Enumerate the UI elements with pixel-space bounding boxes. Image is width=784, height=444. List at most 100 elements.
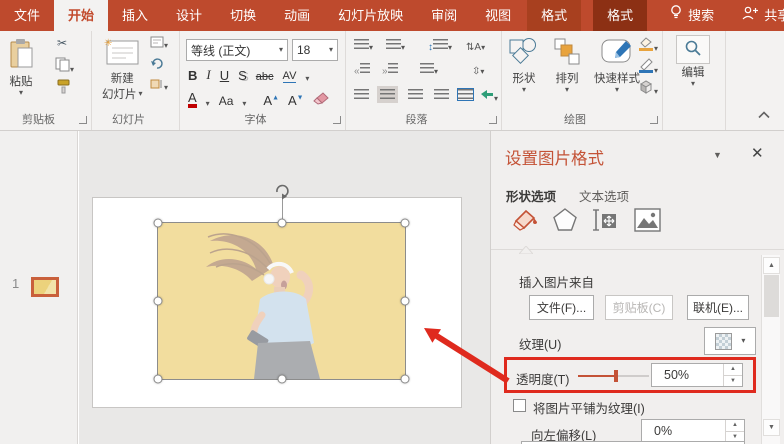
align-text-button[interactable]: ⇳▾ bbox=[472, 63, 484, 77]
columns-button[interactable]: ▾ bbox=[420, 63, 438, 77]
quick-styles-button[interactable]: 快速样式 ▾ bbox=[594, 37, 640, 94]
texture-dropdown-button[interactable]: ▾ bbox=[704, 327, 756, 355]
cut-button[interactable]: ✂ bbox=[57, 36, 67, 50]
tab-home[interactable]: 开始 bbox=[54, 0, 108, 31]
char-spacing-button[interactable]: AV bbox=[283, 70, 297, 83]
scroll-down-button[interactable]: ▼ bbox=[763, 419, 780, 436]
insert-from-online-button[interactable]: 联机(E)... bbox=[687, 295, 749, 320]
spin-down-icon[interactable]: ▼ bbox=[724, 375, 742, 387]
transparency-slider-handle[interactable] bbox=[614, 370, 618, 382]
resize-handle-sw[interactable] bbox=[154, 375, 163, 384]
selected-picture[interactable] bbox=[158, 223, 405, 379]
resize-handle-se[interactable] bbox=[401, 375, 410, 384]
slide[interactable] bbox=[93, 198, 461, 407]
rotation-handle[interactable] bbox=[273, 182, 291, 205]
pane-tab-text-options[interactable]: 文本选项 bbox=[579, 186, 629, 205]
pane-close-button[interactable]: ✕ bbox=[751, 144, 764, 162]
share-button[interactable]: 共享 bbox=[728, 0, 784, 31]
slide-layout-button[interactable]: ▾ bbox=[150, 36, 168, 51]
underline-button[interactable]: U bbox=[220, 68, 229, 83]
slide-thumbnail-1[interactable] bbox=[31, 277, 59, 297]
numbering-button[interactable]: ▾ bbox=[386, 39, 405, 53]
shapes-button[interactable]: 形状 ▾ bbox=[507, 37, 541, 94]
text-direction-button[interactable]: ⇅A▾ bbox=[466, 39, 485, 53]
tab-view[interactable]: 视图 bbox=[471, 0, 525, 31]
resize-handle-nw[interactable] bbox=[154, 219, 163, 228]
tab-slideshow[interactable]: 幻灯片放映 bbox=[324, 0, 417, 31]
tab-format-picture[interactable]: 格式 bbox=[593, 0, 647, 31]
text-shadow-button[interactable]: S bbox=[238, 68, 247, 83]
pane-scrollbar[interactable]: ▲ ▼ bbox=[761, 255, 780, 444]
size-properties-icon[interactable] bbox=[591, 206, 619, 234]
tab-review[interactable]: 审阅 bbox=[417, 0, 471, 31]
new-slide-button[interactable]: ✳ 新建 幻灯片▾ bbox=[102, 37, 143, 102]
change-case-button[interactable]: Aa bbox=[219, 94, 234, 108]
resize-handle-n[interactable] bbox=[277, 219, 286, 228]
italic-button[interactable]: I bbox=[206, 67, 210, 83]
arrange-dropdown[interactable]: ▾ bbox=[565, 86, 569, 94]
bold-button[interactable]: B bbox=[188, 68, 197, 83]
strikethrough-button[interactable]: abc bbox=[256, 71, 274, 83]
change-case-dropdown[interactable]: ▾ bbox=[242, 100, 246, 108]
font-color-button[interactable]: A bbox=[188, 91, 197, 108]
tab-animations[interactable]: 动画 bbox=[270, 0, 324, 31]
increase-indent-button[interactable]: » bbox=[382, 63, 398, 77]
smartart-convert-button[interactable]: ▾ bbox=[480, 89, 498, 104]
font-size-select[interactable]: 18▾ bbox=[292, 39, 338, 61]
insert-from-clipboard-button[interactable]: 剪贴板(C) bbox=[605, 295, 673, 320]
arrange-button[interactable]: 排列 ▾ bbox=[552, 37, 582, 94]
line-spacing-button[interactable]: ↕▾ bbox=[428, 39, 452, 53]
justify-button[interactable] bbox=[434, 89, 449, 103]
reset-slide-button[interactable] bbox=[150, 57, 164, 73]
shape-outline-button[interactable]: ▾ bbox=[638, 58, 658, 76]
transparency-slider[interactable] bbox=[578, 375, 649, 377]
spin-up-icon[interactable]: ▲ bbox=[726, 420, 744, 431]
align-center-button[interactable] bbox=[380, 89, 395, 103]
insert-from-file-button[interactable]: 文件(F)... bbox=[529, 295, 594, 320]
clear-formatting-button[interactable] bbox=[313, 92, 329, 108]
align-left-button[interactable] bbox=[354, 89, 369, 103]
paragraph-dialog-launcher[interactable] bbox=[489, 116, 497, 124]
tab-design[interactable]: 设计 bbox=[162, 0, 216, 31]
collapse-ribbon-button[interactable] bbox=[758, 106, 770, 124]
drawing-dialog-launcher[interactable] bbox=[650, 116, 658, 124]
format-painter-button[interactable] bbox=[56, 79, 71, 97]
tile-picture-checkbox[interactable] bbox=[513, 399, 526, 412]
transparency-spinbox[interactable]: 50% ▲▼ bbox=[651, 363, 743, 387]
offset-left-spinbox[interactable]: 0% ▲▼ bbox=[641, 419, 745, 443]
shape-effects-button[interactable]: ▾ bbox=[638, 80, 658, 97]
pane-tab-shape-options[interactable]: 形状选项 bbox=[506, 186, 556, 205]
tab-format-drawing[interactable]: 格式 bbox=[527, 0, 581, 31]
bullets-button[interactable]: ▾ bbox=[354, 39, 373, 53]
font-name-select[interactable]: 等线 (正文)▾ bbox=[186, 39, 288, 61]
resize-handle-e[interactable] bbox=[401, 297, 410, 306]
shapes-dropdown[interactable]: ▾ bbox=[522, 86, 526, 94]
resize-handle-w[interactable] bbox=[154, 297, 163, 306]
resize-handle-s[interactable] bbox=[277, 375, 286, 384]
font-color-dropdown[interactable]: ▾ bbox=[206, 100, 210, 108]
paste-button[interactable]: 粘贴 ▾ bbox=[8, 38, 34, 97]
grow-font-button[interactable]: A▲ bbox=[263, 93, 279, 108]
decrease-indent-button[interactable]: « bbox=[354, 63, 370, 77]
scroll-up-button[interactable]: ▲ bbox=[763, 257, 780, 274]
distribute-text-button[interactable] bbox=[458, 89, 473, 103]
spin-up-icon[interactable]: ▲ bbox=[724, 364, 742, 375]
resize-handle-ne[interactable] bbox=[401, 219, 410, 228]
pane-options-dropdown[interactable]: ▼ bbox=[713, 150, 722, 160]
clipboard-dialog-launcher[interactable] bbox=[79, 116, 87, 124]
shrink-font-button[interactable]: A▼ bbox=[288, 93, 304, 108]
copy-button[interactable]: ▾ bbox=[55, 57, 74, 75]
align-right-button[interactable] bbox=[408, 89, 423, 103]
tell-me-search[interactable]: 搜索 bbox=[655, 0, 728, 31]
tab-transitions[interactable]: 切换 bbox=[216, 0, 270, 31]
slide-editing-area[interactable] bbox=[79, 131, 490, 444]
section-button[interactable]: ▾ bbox=[150, 78, 168, 93]
effects-icon[interactable] bbox=[551, 206, 579, 234]
editing-dropdown[interactable]: ▾ bbox=[691, 80, 695, 88]
quick-styles-dropdown[interactable]: ▾ bbox=[615, 86, 619, 94]
scrollbar-thumb[interactable] bbox=[764, 275, 779, 317]
tab-insert[interactable]: 插入 bbox=[108, 0, 162, 31]
fill-line-icon[interactable] bbox=[511, 206, 539, 234]
picture-options-icon[interactable] bbox=[633, 206, 661, 234]
char-spacing-dropdown[interactable]: ▾ bbox=[305, 75, 309, 83]
